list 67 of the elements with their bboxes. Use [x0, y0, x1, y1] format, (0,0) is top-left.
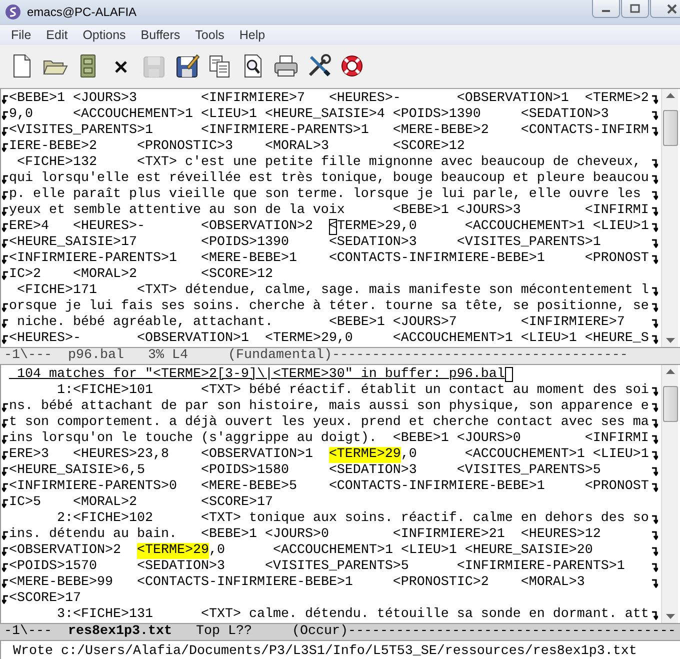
buffer-text: ins. détendu au bain. <BEBE>1 <JOURS>0 <INFIRMIERE>21 <HEURES>12: [9, 527, 601, 543]
maximize-button[interactable]: [621, 0, 649, 18]
buffer-text: ,0 <ACCOUCHEMENT>1 <LIEU>1: [400, 447, 649, 463]
mode-line-status: -1\---: [4, 624, 52, 640]
buffer-text: ,0 <ACCOUCHEMENT>1 <LIEU>1 <HEURE_SAISIE>20: [208, 543, 593, 559]
scrollbar[interactable]: [661, 365, 678, 623]
buffer-text: <HEURE_SAISIE>17 <POIDS>1390 <SEDATION>3 <VISITES_PARENTS>1: [9, 235, 601, 251]
buffer-text: IERE-BEBE>2 <PRONOSTIC>3 <MORAL>3 <SCORE>12: [9, 139, 465, 155]
app-icon: [5, 4, 21, 20]
buffer-text: <HEURES>- <OBSERVATION>1 <TERME>29,0 <ACCOUCHEMENT>1 <LIEU>1 <HEURE_S: [9, 331, 649, 347]
buffer-text: ins lorsqu'on le touche (s'aggrippe au doigt). <BEBE>1 <JOURS>0 <INFIRMI: [9, 431, 649, 447]
buffer-text: ERE>4 <HEURES>- <OBSERVATION>2: [9, 219, 314, 235]
cursor-char: <: [328, 219, 337, 235]
echo-message: Wrote c:/Users/Alafia/Documents/P3/L3S1/Info/L5T53_SE/ressources/res8ex1p3.txt: [13, 644, 637, 659]
buffer-text: p. elle paraît plus vieille que son terme. lorsque je lui parle, elle ouvre les: [9, 187, 642, 203]
scroll-down-icon[interactable]: [666, 614, 674, 620]
buffer-text: 1:<FICHE>101 <TXT> bébé réactif. établit un contact au moment des soi: [56, 383, 649, 399]
buffer-position: 3% L4: [148, 348, 188, 364]
buffer-text: <INFIRMIERE-PARENTS>1 <MERE-BEBE>1 <CONTACTS-INFIRMIERE-BEBE>1 <PRONOST: [9, 251, 649, 267]
menu-item[interactable]: Help: [239, 28, 266, 42]
buffer-position: Top L??: [196, 624, 252, 640]
search-match: <TERME>29: [328, 447, 401, 463]
scroll-up-icon[interactable]: [666, 92, 674, 98]
menu-item[interactable]: Options: [82, 28, 126, 42]
buffer-name: res8ex1p3.txt: [68, 624, 172, 640]
maximize-icon: [630, 4, 640, 13]
buffer-text: qui lorsqu'elle est réveillée est très tonique, bouge beaucoup et pleure beaucou: [9, 171, 649, 187]
minimize-button[interactable]: [592, 0, 620, 18]
buffer-text: IC>2 <MORAL>2 <SCORE>12: [9, 267, 273, 283]
scroll-thumb[interactable]: [662, 386, 678, 422]
buffer-text: <SCORE>17: [9, 591, 81, 607]
menu-item[interactable]: Tools: [195, 28, 224, 42]
buffer-text: <VISITES_PARENTS>1 <INFIRMIERE-PARENTS>1 <MERE-BEBE>2 <CONTACTS-INFIRM: [9, 123, 649, 139]
buffer-text: <FICHE>132 <TXT> c'est une petite fille mignonne avec beaucoup de cheveux,: [16, 155, 642, 171]
major-mode: (Fundamental)-------------------------------------: [228, 348, 628, 364]
scroll-down-icon[interactable]: [666, 338, 674, 344]
buffer-text: <OBSERVATION>2: [9, 543, 122, 559]
close-icon: [667, 4, 677, 14]
buffer-text: <BEBE>1 <JOURS>3 <INFIRMIERE>7 <HEURES>- <OBSERVATION>1 <TERME>2: [9, 91, 649, 107]
window-title: emacs@PC-ALAFIA: [27, 4, 138, 19]
scrollbar[interactable]: [661, 89, 678, 347]
buffer-text: <FICHE>171 <TXT> détendue, calme, sage. mais manifeste son mécontentement l: [16, 283, 649, 299]
scroll-thumb[interactable]: [662, 110, 678, 146]
buffer-text: niche. bébé agréable, attachant. <BEBE>1 <JOURS>7 <INFIRMIERE>7: [16, 315, 625, 331]
search-match: <TERME>29: [136, 543, 209, 559]
mode-line-status: -1\---: [4, 348, 52, 364]
menu-item[interactable]: Edit: [46, 28, 68, 42]
buffer-text: yeux et semble attentive au son de la voix <BEBE>1 <JOURS>3 <INFIRMI: [9, 203, 649, 219]
buffer-text: 3:<FICHE>131 <TXT> calme. détendu. tétouille sa sonde en dormant. att: [56, 607, 649, 623]
buffer-text: 2:<FICHE>102 <TXT> tonique aux soins. réactif. calme en dehors des so: [56, 511, 649, 527]
buffer-text: ERE>3 <HEURES>23,8 <OBSERVATION>1: [9, 447, 314, 463]
buffer-text: <MERE-BEBE>99 <CONTACTS-INFIRMIERE-BEBE>1 <PRONOSTIC>2 <MORAL>3: [9, 575, 585, 591]
buffer-text: 9,0 <ACCOUCHEMENT>1 <LIEU>1 <HEURE_SAISIE>4 <POIDS>1390 <SEDATION>3: [9, 107, 609, 123]
buffer-text: orsque je lui fais ses soins. cherche à téter. tourne sa tête, se positionne, se: [9, 299, 649, 315]
buffer-text: IC>5 <MORAL>2 <SCORE>17: [9, 495, 273, 511]
scroll-up-icon[interactable]: [666, 368, 674, 374]
occur-header: 104 matches for "<TERME>2[3-9]\|<TERME>30" in buffer: p96.bal: [16, 367, 505, 383]
menu-item[interactable]: File: [11, 28, 32, 42]
buffer-text: ns. bébé attachant de par son histoire, mais aussi son physique, son apparence e: [9, 399, 649, 415]
buffer-name: p96.bal: [68, 348, 124, 364]
buffer-text: t son comportement. a déjà ouvert les yeux. prend et cherche contact avec ses ma: [9, 415, 649, 431]
buffer-text: <HEURE_SAISIE>6,5 <POIDS>1580 <SEDATION>3 <VISITES_PARENTS>5: [9, 463, 601, 479]
menu-item[interactable]: Buffers: [140, 28, 180, 42]
buffer-text: <INFIRMIERE-PARENTS>0 <MERE-BEBE>5 <CONTACTS-INFIRMIERE-BEBE>1 <PRONOST: [9, 479, 649, 495]
major-mode: (Occur)-----------------------------------------: [292, 624, 676, 640]
buffer-text: <POIDS>1570 <SEDATION>3 <VISITES_PARENTS>5 <INFIRMIERE-PARENTS>1: [9, 559, 625, 575]
buffer-text: TERME>29,0 <ACCOUCHEMENT>1 <LIEU>1: [336, 219, 649, 235]
